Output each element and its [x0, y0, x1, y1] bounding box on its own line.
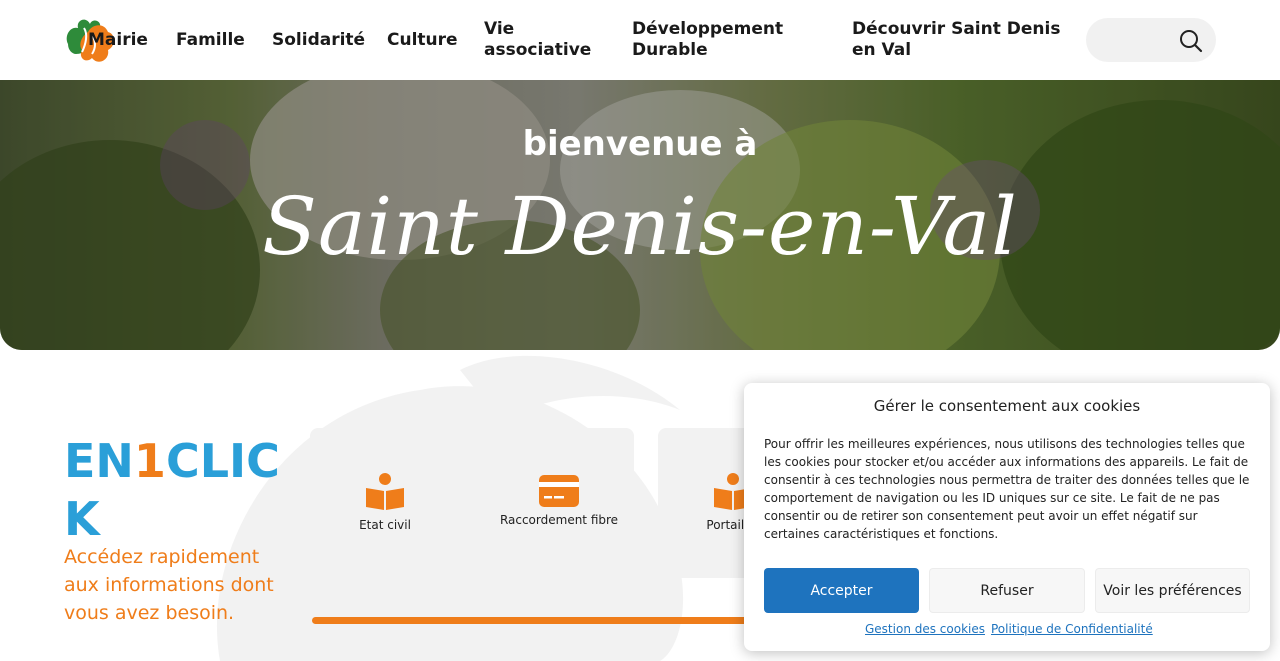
search-icon[interactable] — [1178, 28, 1204, 54]
nav-mairie[interactable]: Mairie — [88, 30, 148, 51]
site-header: Mairie Famille Solidarité Culture Vie as… — [0, 0, 1280, 80]
cookie-consent-dialog: Gérer le consentement aux cookies Pour o… — [744, 383, 1270, 651]
book-reader-icon — [366, 473, 404, 510]
cookie-management-link[interactable]: Gestion des cookies — [865, 622, 985, 636]
card-label: Raccordement fibre — [499, 513, 619, 527]
card-etat-civil[interactable]: Etat civil — [310, 428, 460, 578]
nav-decouvrir[interactable]: Découvrir Saint Denis en Val — [852, 19, 1072, 61]
nav-developpement-durable[interactable]: Développement Durable — [632, 19, 812, 61]
en1click-description: Accédez rapidement aux informations dont… — [64, 546, 274, 624]
hero-title: Saint Denis-en-Val — [262, 180, 1018, 273]
search-box[interactable] — [1086, 18, 1216, 62]
privacy-policy-link[interactable]: Politique de Confidentialité — [991, 622, 1153, 636]
card-label: Etat civil — [359, 518, 411, 532]
cookie-title: Gérer le consentement aux cookies — [873, 397, 1141, 415]
refuse-button[interactable]: Refuser — [929, 568, 1085, 613]
carousel-progress-bar — [312, 617, 752, 624]
nav-famille[interactable]: Famille — [176, 30, 245, 51]
nav-culture[interactable]: Culture — [387, 30, 458, 51]
nav-vie-associative[interactable]: Vie associative — [484, 19, 604, 61]
card-raccordement-fibre[interactable]: Raccordement fibre — [484, 428, 634, 578]
cookie-text: Pour offrir les meilleures expériences, … — [764, 437, 1250, 541]
preferences-button[interactable]: Voir les préférences — [1095, 568, 1250, 613]
accept-button[interactable]: Accepter — [764, 568, 919, 613]
hero-banner: bienvenue à Saint Denis-en-Val — [0, 80, 1280, 350]
nav-solidarite[interactable]: Solidarité — [272, 30, 365, 51]
en1click-heading: EN1CLICK — [64, 434, 280, 546]
credit-card-icon — [539, 475, 579, 507]
hero-subtitle: bienvenue à — [522, 124, 758, 164]
